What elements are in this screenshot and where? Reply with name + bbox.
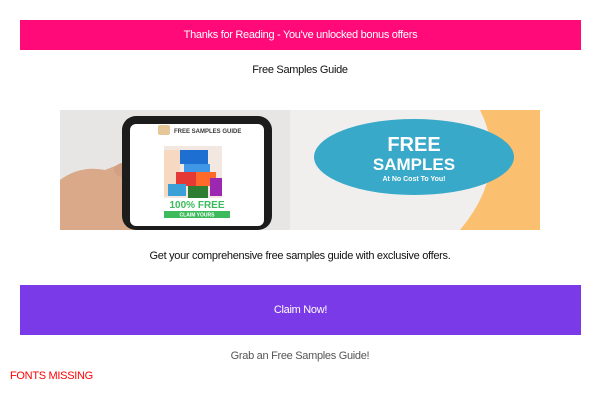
landing-page: Thanks for Reading - You've unlocked bon…	[0, 0, 600, 400]
grab-guide-text: Grab an Free Samples Guide!	[230, 350, 370, 362]
product-box-3	[184, 164, 210, 172]
phone-claim-text: CLAIM YOURS	[180, 213, 216, 219]
guide-title: Free Samples Guide	[252, 64, 348, 76]
claim-now-button[interactable]: Claim Now!	[20, 285, 581, 335]
phone-header-text: FREE SAMPLES GUIDE	[174, 129, 241, 135]
product-box-7	[188, 186, 208, 198]
phone-logo-icon	[158, 125, 170, 135]
badge-free-text: FREE	[387, 134, 440, 156]
guide-description: Get your comprehensive free samples guid…	[149, 250, 451, 262]
claim-now-label: Claim Now!	[273, 304, 328, 316]
hero-image: FREE SAMPLES GUIDE 100% FREE CLAIM YOURS…	[60, 110, 540, 230]
unlock-banner-text: Thanks for Reading - You've unlocked bon…	[183, 29, 418, 41]
badge-samples-text: SAMPLES	[373, 155, 455, 174]
hero-illustration: FREE SAMPLES GUIDE 100% FREE CLAIM YOURS…	[60, 110, 540, 230]
product-box-8	[210, 178, 222, 196]
fonts-missing-warning: FONTS MISSING	[10, 370, 93, 382]
badge-subtitle-text: At No Cost To You!	[383, 176, 446, 183]
product-box-4	[176, 172, 196, 186]
product-box-6	[168, 184, 186, 196]
product-box-2	[180, 150, 208, 164]
unlock-banner: Thanks for Reading - You've unlocked bon…	[20, 20, 581, 50]
phone-offer-text: 100% FREE	[169, 200, 224, 211]
